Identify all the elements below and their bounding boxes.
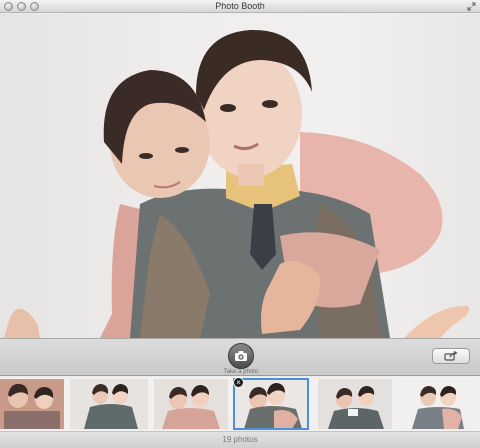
share-button[interactable] xyxy=(432,348,470,364)
photo-thumbnail-image xyxy=(70,379,148,429)
camera-icon xyxy=(235,351,247,361)
photo-thumbnail[interactable] xyxy=(318,379,392,429)
photo-count: 19 photos xyxy=(222,435,258,444)
photo-thumbnail-image xyxy=(234,379,308,429)
delete-photo-button[interactable]: × xyxy=(233,377,244,388)
photo-thumbnail-image xyxy=(398,379,476,429)
photo-booth-window: Photo Booth Take a photo × 19 photos xyxy=(0,0,480,448)
camera-preview-image xyxy=(4,29,470,338)
photo-thumbnail-selected[interactable] xyxy=(233,378,309,430)
toolbar: Take a photo xyxy=(0,338,480,376)
status-bar: 19 photos xyxy=(0,432,480,448)
camera-preview xyxy=(0,14,480,338)
take-photo-label: Take a photo xyxy=(223,369,259,375)
photo-thumbnail-image xyxy=(0,379,64,429)
window-title: Photo Booth xyxy=(215,1,265,11)
title-bar[interactable]: Photo Booth xyxy=(0,0,480,13)
share-icon xyxy=(444,351,458,361)
photo-thumbnail-image xyxy=(154,379,228,429)
photo-thumbnail[interactable] xyxy=(70,379,148,429)
photo-thumbnail[interactable] xyxy=(154,379,228,429)
photo-thumbnail[interactable] xyxy=(0,379,64,429)
fullscreen-icon[interactable] xyxy=(467,2,476,11)
photo-thumbnail-image xyxy=(318,379,392,429)
photo-thumbnail[interactable] xyxy=(398,379,476,429)
take-photo-button[interactable] xyxy=(228,343,254,369)
close-icon: × xyxy=(236,378,241,387)
